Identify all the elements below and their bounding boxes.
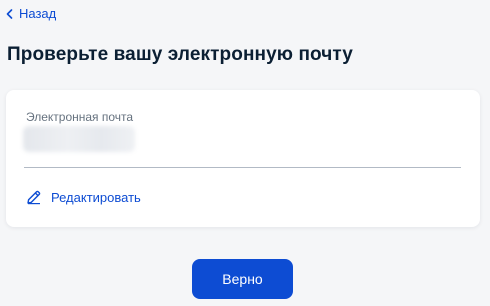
chevron-left-icon (6, 8, 13, 19)
field-divider (24, 167, 461, 168)
email-card: Электронная почта Редактировать (6, 90, 480, 227)
email-field-label: Электронная почта (26, 110, 134, 124)
edit-email-link[interactable]: Редактировать (26, 189, 141, 205)
back-link[interactable]: Назад (6, 6, 56, 21)
edit-email-label: Редактировать (51, 189, 141, 205)
email-value-blurred (23, 126, 135, 152)
confirm-button[interactable]: Верно (192, 259, 293, 299)
page-title: Проверьте вашу электронную почту (7, 44, 353, 65)
back-link-label: Назад (19, 6, 57, 21)
pencil-icon (26, 189, 42, 205)
